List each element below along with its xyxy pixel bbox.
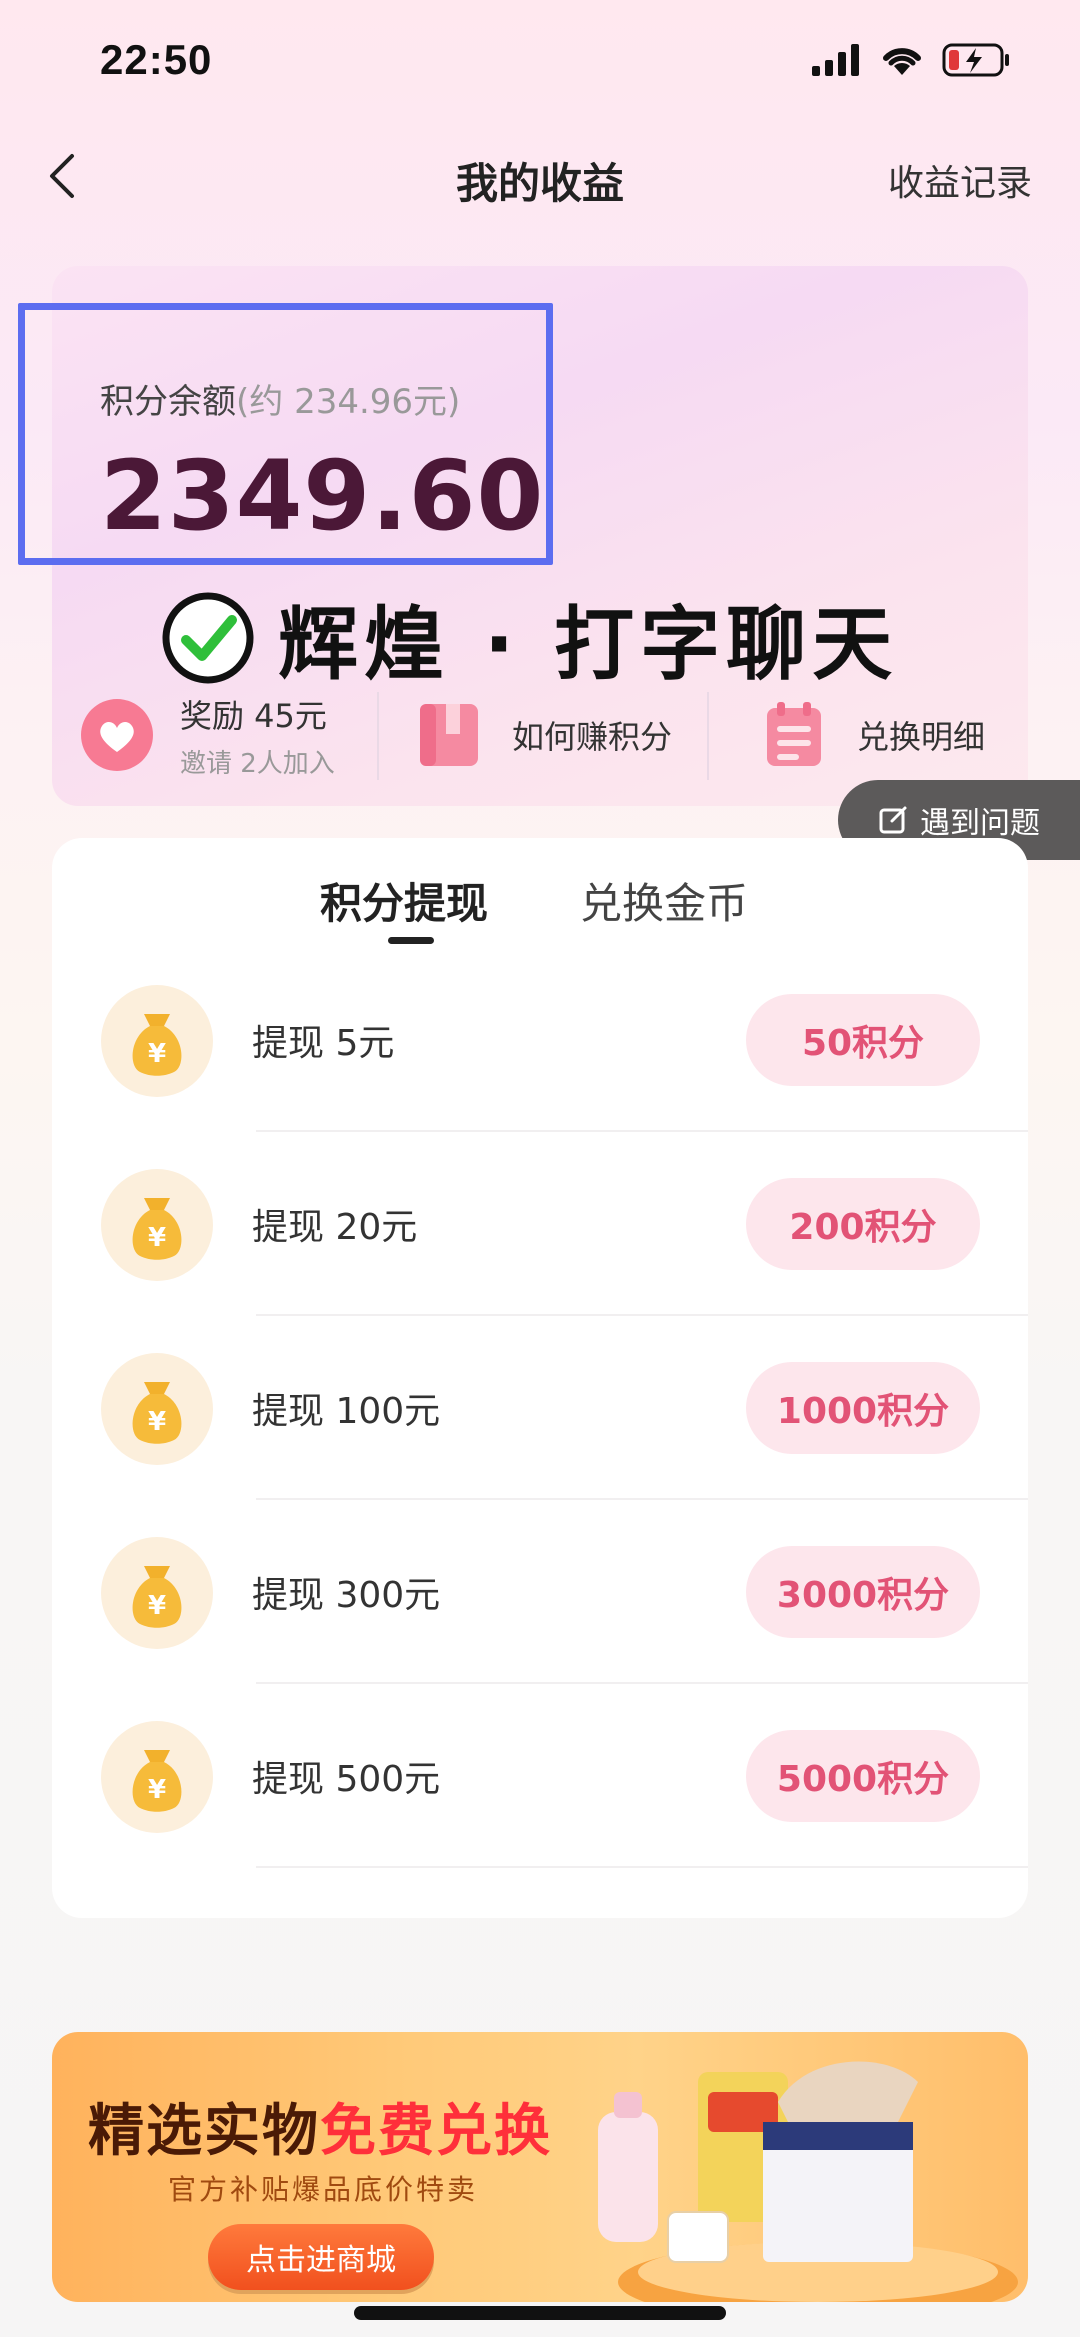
battery-charging-icon: [942, 43, 1009, 77]
svg-text:¥: ¥: [148, 1407, 166, 1437]
banner-title-part1: 精选实物: [88, 2099, 320, 2164]
money-bag-icon: ¥: [101, 1537, 213, 1649]
balance-label-text: 积分余额: [100, 382, 236, 422]
home-indicator: [354, 2306, 726, 2320]
watermark-overlay: 辉煌 · 打字聊天: [160, 580, 898, 696]
divider: [377, 692, 379, 780]
money-bag-icon: ¥: [101, 985, 213, 1097]
invite-reward-action[interactable]: 奖励 45元 邀请 2人加入: [80, 680, 335, 790]
check-circle-icon: [162, 592, 254, 684]
withdraw-button[interactable]: 200积分: [746, 1178, 980, 1270]
status-bar: 22:50: [0, 0, 1080, 120]
edit-icon: [879, 806, 907, 834]
withdraw-button[interactable]: 1000积分: [746, 1362, 980, 1454]
watermark-text: 辉煌 · 打字聊天: [278, 598, 899, 691]
banner-title: 精选实物免费兑换: [88, 2086, 552, 2167]
svg-text:¥: ¥: [148, 1591, 166, 1621]
money-bag-icon: ¥: [101, 1169, 213, 1281]
heart-icon: [81, 699, 153, 771]
exchange-details-title: 兑换明细: [857, 718, 986, 756]
list-icon: [767, 702, 821, 766]
withdraw-button[interactable]: 3000积分: [746, 1546, 980, 1638]
withdraw-label: 提现 20元: [252, 1207, 418, 1248]
divider: [707, 692, 709, 780]
balance-label: 积分余额(约 234.96元): [100, 374, 460, 423]
report-problem-label: 遇到问题: [920, 806, 1040, 841]
how-to-earn-action[interactable]: 如何赚积分: [412, 680, 672, 790]
svg-text:¥: ¥: [148, 1223, 166, 1253]
svg-text:¥: ¥: [148, 1775, 166, 1805]
how-to-earn-title: 如何赚积分: [512, 718, 673, 756]
withdraw-row: ¥ 提现 100元 1000积分: [52, 1316, 1028, 1500]
nav-bar: 我的收益 收益记录: [0, 140, 1080, 210]
money-bag-icon: ¥: [101, 1353, 213, 1465]
wifi-icon: [883, 48, 921, 75]
exchange-details-action[interactable]: 兑换明细: [757, 680, 985, 790]
balance-approx-value: (约 234.96元): [236, 382, 461, 422]
banner-subtitle: 官方补贴爆品底价特卖: [168, 2173, 479, 2206]
withdraw-button[interactable]: 50积分: [746, 994, 980, 1086]
status-time: 22:50: [100, 36, 213, 83]
withdraw-label: 提现 300元: [252, 1575, 441, 1616]
withdraw-label: 提现 500元: [252, 1759, 441, 1800]
withdraw-row: ¥ 提现 300元 3000积分: [52, 1500, 1028, 1684]
row-divider: [256, 1866, 1028, 1868]
withdraw-row: ¥ 提现 500元 5000积分: [52, 1684, 1028, 1868]
withdraw-row: ¥ 提现 5元 50积分: [52, 948, 1028, 1132]
withdraw-label: 提现 100元: [252, 1391, 441, 1432]
tab-points-withdraw[interactable]: 积分提现: [320, 870, 488, 931]
withdraw-button[interactable]: 5000积分: [746, 1730, 980, 1822]
svg-text:¥: ¥: [148, 1039, 166, 1069]
book-icon: [420, 704, 478, 766]
withdraw-label: 提现 5元: [252, 1023, 395, 1064]
active-tab-indicator: [388, 937, 434, 944]
status-icons: [812, 42, 1012, 78]
tab-exchange-coins[interactable]: 兑换金币: [580, 870, 748, 931]
balance-amount: 2349.60: [100, 440, 545, 552]
invite-reward-title: 奖励 45元: [180, 696, 327, 735]
signal-icon: [812, 44, 859, 76]
banner-title-part2: 免费兑换: [320, 2099, 552, 2164]
withdraw-row: ¥ 提现 20元 200积分: [52, 1132, 1028, 1316]
quick-actions: 奖励 45元 邀请 2人加入 如何赚积分 兑换明细: [52, 680, 1028, 790]
products-illustration: [598, 2061, 1018, 2302]
invite-reward-subtitle: 邀请 2人加入: [180, 748, 335, 779]
enter-mall-button[interactable]: 点击进商城: [208, 2224, 434, 2290]
money-bag-icon: ¥: [101, 1721, 213, 1833]
mall-promo-banner[interactable]: 精选实物免费兑换 官方补贴爆品底价特卖 点击进商城: [52, 2032, 1028, 2302]
tab-bar: 积分提现 兑换金币: [0, 870, 1080, 950]
earnings-record-link[interactable]: 收益记录: [888, 154, 1032, 206]
